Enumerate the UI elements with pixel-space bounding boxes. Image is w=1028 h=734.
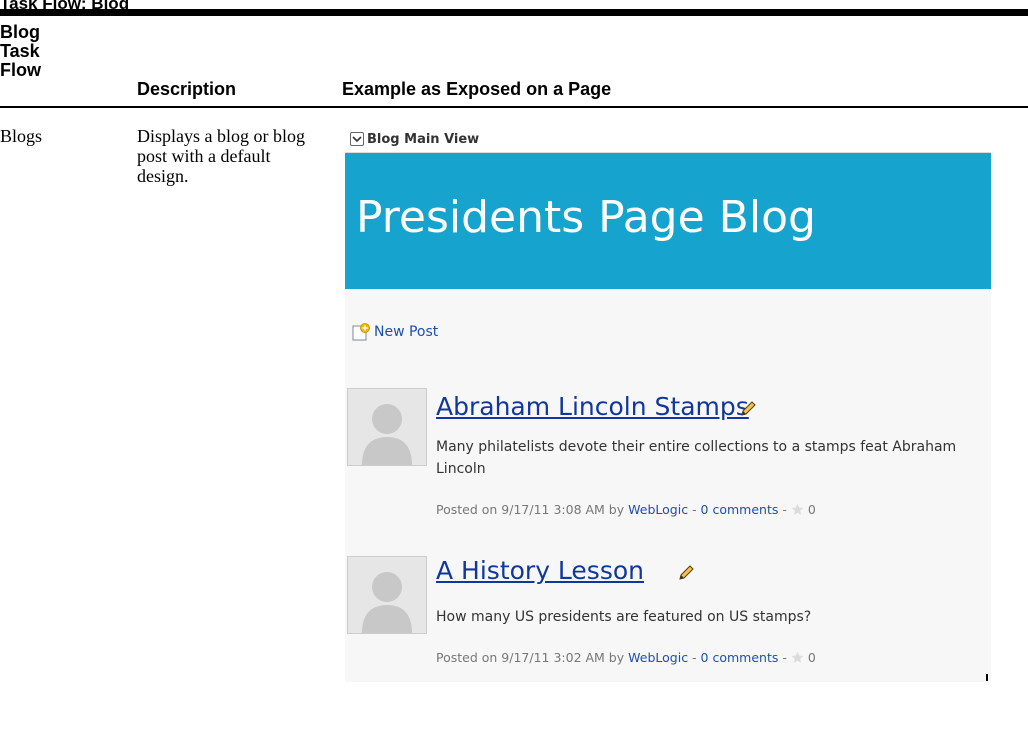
panel-title: Blog Main View [367, 132, 480, 147]
author-avatar [347, 556, 427, 634]
cell-description: Displays a blog or blog post with a defa… [137, 126, 305, 186]
example-screenshot: Blog Main View Presidents Page Blog New … [345, 124, 991, 682]
star-rating-icon[interactable] [791, 503, 804, 519]
rating-count: 0 [807, 650, 816, 665]
comments-link[interactable]: 0 comments [701, 502, 779, 517]
header-rule [0, 106, 1028, 108]
column-header-description: Description [137, 79, 237, 99]
header-line-flow: Flow [0, 60, 41, 80]
blog-banner: Presidents Page Blog [345, 153, 991, 289]
edit-pencil-icon[interactable] [677, 564, 695, 586]
author-link[interactable]: WebLogic [628, 650, 688, 665]
author-avatar [347, 388, 427, 466]
cell-task-flow-name: Blogs [0, 126, 43, 146]
column-header-blog-task-flow: Blog Task Flow [0, 23, 80, 80]
post-excerpt: Many philatelists devote their entire co… [436, 439, 957, 477]
caption-rule [0, 9, 1028, 16]
star-rating-icon[interactable] [791, 651, 804, 667]
blog-post: A History Lesson How many US presidents … [347, 556, 987, 676]
post-meta: Posted on 9/17/11 3:08 AM by WebLogic - … [436, 502, 816, 519]
header-line-blog: Blog [0, 22, 40, 42]
banner-title: Presidents Page Blog [356, 192, 816, 243]
rating-count: 0 [807, 502, 816, 517]
post-excerpt: How many US presidents are featured on U… [436, 609, 812, 625]
header-line-task: Task [0, 41, 40, 61]
post-title-link[interactable]: A History Lesson [436, 556, 644, 585]
author-link[interactable]: WebLogic [628, 502, 688, 517]
post-date: Posted on 9/17/11 3:02 AM by [436, 650, 625, 665]
new-post-link[interactable]: New Post [352, 323, 438, 341]
new-post-icon [352, 323, 370, 341]
collapse-chevron-icon[interactable] [350, 132, 364, 146]
blog-post: Abraham Lincoln Stamps Many philatelists… [347, 388, 987, 548]
post-date: Posted on 9/17/11 3:08 AM by [436, 502, 625, 517]
post-meta: Posted on 9/17/11 3:02 AM by WebLogic - … [436, 650, 816, 667]
post-title-link[interactable]: Abraham Lincoln Stamps [436, 392, 749, 421]
column-header-example: Example as Exposed on a Page [342, 79, 612, 99]
scroll-tick [986, 674, 988, 681]
new-post-label: New Post [374, 324, 439, 340]
panel-header: Blog Main View [345, 124, 991, 153]
edit-pencil-icon[interactable] [739, 400, 757, 422]
comments-link[interactable]: 0 comments [701, 650, 779, 665]
